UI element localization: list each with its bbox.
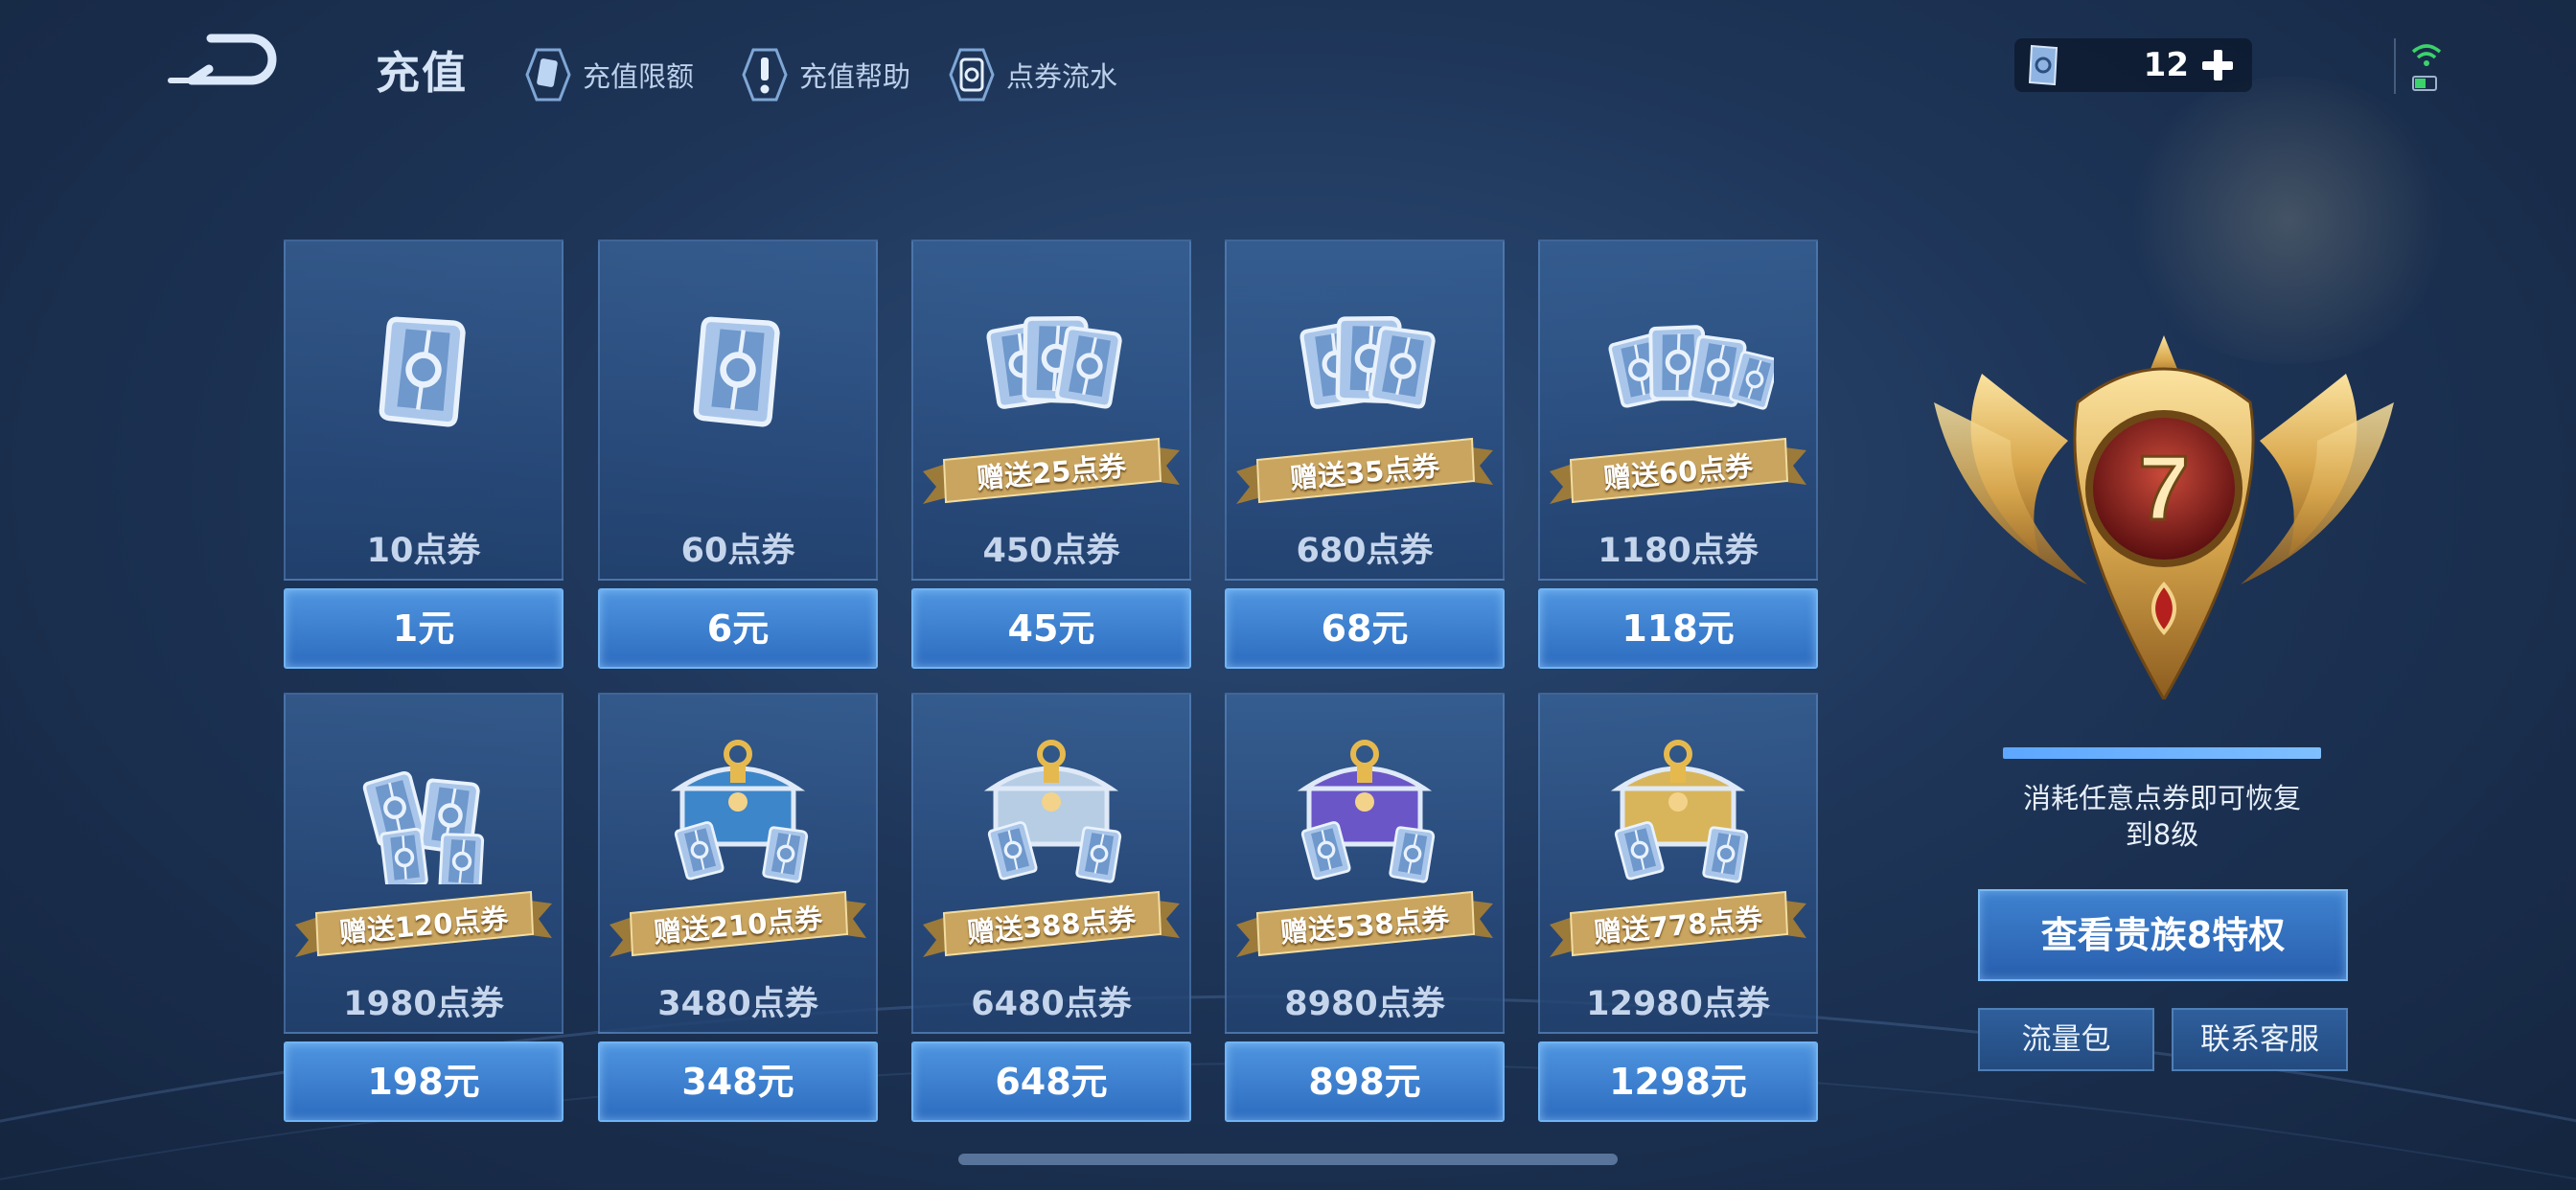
recharge-help-label: 充值帮助	[799, 60, 911, 93]
recharge-package-card[interactable]: 赠送120点券 1980点券 198元	[284, 693, 564, 1122]
package-quantity: 1180点券	[1598, 532, 1759, 570]
recharge-package-card[interactable]: 10点券 1元	[284, 240, 564, 669]
add-plus-icon[interactable]	[2196, 44, 2239, 86]
price-button[interactable]: 68元	[1225, 588, 1505, 669]
treasure-chest-icon	[1297, 740, 1436, 883]
home-indicator[interactable]	[958, 1154, 1618, 1165]
ticket-bundle-icon	[379, 316, 466, 427]
price-button[interactable]: 1元	[284, 588, 564, 669]
view-vip-privilege-button[interactable]: 查看贵族8特权	[1978, 889, 2348, 981]
price-button[interactable]: 1298元	[1538, 1041, 1818, 1122]
recharge-package-card[interactable]: 赠送778点券 12980点券 1298元	[1538, 693, 1818, 1122]
ticket-bundle-icon	[986, 316, 1122, 409]
package-quantity: 12980点券	[1586, 985, 1770, 1023]
wifi-battery-icon	[2411, 44, 2442, 91]
vip-progress-fill	[2003, 747, 2321, 759]
ticket-flow-label: 点券流水	[1006, 60, 1118, 93]
vip-message-line2: 到8级	[2125, 818, 2199, 851]
ticket-balance-count: 12	[2143, 46, 2189, 84]
recharge-limit-label: 充值限额	[583, 60, 695, 93]
recharge-package-card[interactable]: 赠送25点券 450点券 45元	[911, 240, 1191, 669]
card-icon	[525, 48, 571, 102]
ticket-balance: 12	[2014, 38, 2252, 92]
ticket-bundle-icon	[362, 770, 485, 884]
package-quantity: 60点券	[680, 532, 795, 570]
price-button[interactable]: 45元	[911, 588, 1191, 669]
data-pack-button[interactable]: 流量包	[1978, 1008, 2154, 1071]
vip-level-number: 7	[2138, 437, 2189, 539]
vip-progress-bar	[2003, 747, 2321, 759]
package-quantity: 3480点券	[657, 985, 818, 1023]
back-arrow-icon[interactable]	[163, 29, 278, 96]
package-quantity: 450点券	[982, 532, 1120, 570]
package-quantity: 6480点券	[971, 985, 1132, 1023]
price-button[interactable]: 348元	[598, 1041, 878, 1122]
recharge-package-card[interactable]: 赠送35点券 680点券 68元	[1225, 240, 1505, 669]
ticket-flow-link[interactable]: 点券流水	[947, 46, 1117, 103]
recharge-help-link[interactable]: 充值帮助	[740, 46, 910, 103]
ticket-bundle-icon	[1300, 316, 1436, 409]
header-divider	[2394, 38, 2396, 94]
package-quantity: 1980点券	[343, 985, 504, 1023]
vip-level-emblem: 7	[1934, 335, 2394, 699]
vip-message-line1: 消耗任意点券即可恢复	[2022, 782, 2301, 814]
price-button[interactable]: 648元	[911, 1041, 1191, 1122]
recharge-package-card[interactable]: 赠送60点券 1180点券 118元	[1538, 240, 1818, 669]
price-button[interactable]: 198元	[284, 1041, 564, 1122]
treasure-chest-icon	[670, 740, 809, 883]
ticket-bundle-icon	[693, 316, 780, 427]
ticket-icon	[2028, 44, 2058, 86]
ticket-flow-icon	[949, 48, 995, 102]
exclamation-icon	[742, 48, 788, 102]
contact-support-button[interactable]: 联系客服	[2172, 1008, 2348, 1071]
treasure-chest-icon	[983, 740, 1122, 883]
recharge-limit-link[interactable]: 充值限额	[523, 46, 694, 103]
package-quantity: 680点券	[1296, 532, 1434, 570]
package-quantity: 10点券	[366, 532, 481, 570]
price-button[interactable]: 118元	[1538, 588, 1818, 669]
ticket-bundle-icon	[1608, 325, 1774, 410]
price-button[interactable]: 6元	[598, 588, 878, 669]
recharge-package-card[interactable]: 赠送210点券 3480点券 348元	[598, 693, 878, 1122]
recharge-package-card[interactable]: 赠送538点券 8980点券 898元	[1225, 693, 1505, 1122]
package-quantity: 8980点券	[1284, 985, 1445, 1023]
treasure-chest-icon	[1610, 740, 1749, 883]
price-button[interactable]: 898元	[1225, 1041, 1505, 1122]
page-title: 充值	[376, 47, 468, 99]
vip-restore-message: 消耗任意点券即可恢复 到8级	[1965, 780, 2359, 853]
recharge-package-card[interactable]: 60点券 6元	[598, 240, 878, 669]
recharge-package-card[interactable]: 赠送388点券 6480点券 648元	[911, 693, 1191, 1122]
